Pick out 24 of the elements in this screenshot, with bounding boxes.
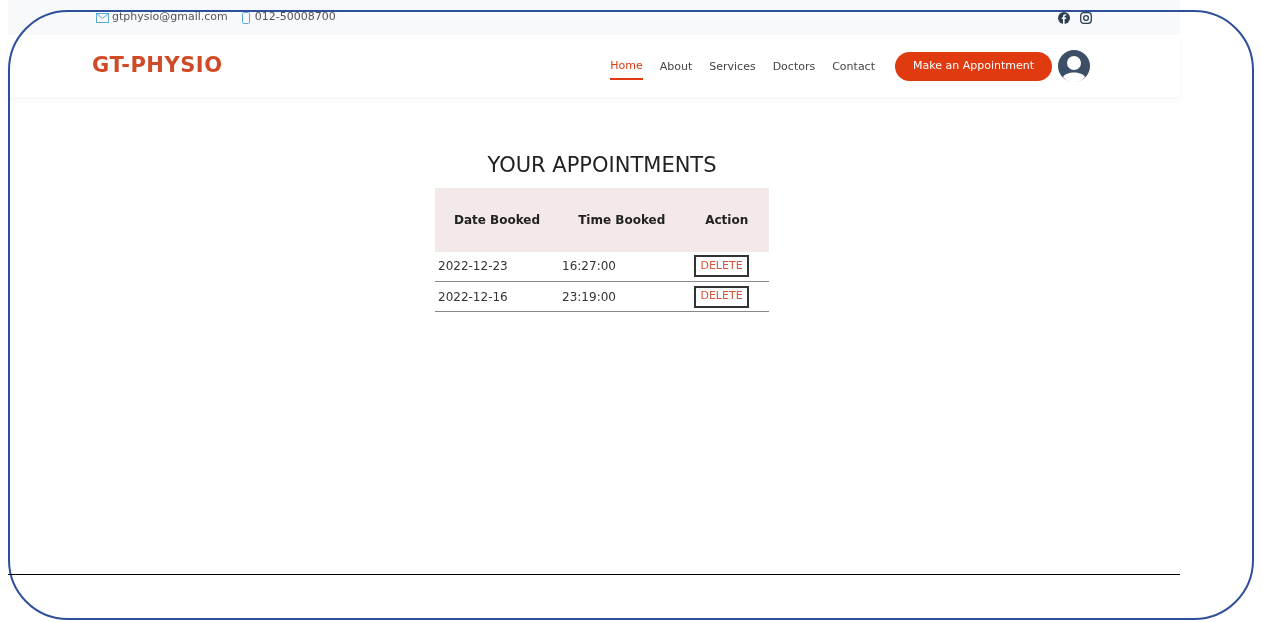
table-cell: 2022-12-16 [435, 281, 560, 312]
phone-icon [241, 11, 250, 24]
column-header: Date Booked [435, 187, 560, 252]
phone-text: 012-50008700 [254, 9, 336, 26]
instagram-icon[interactable] [1080, 11, 1092, 24]
table-cell: 2022-12-23 [435, 251, 560, 282]
page-heading: YOUR APPOINTMENTS [487, 152, 717, 179]
nav-link[interactable]: Services [709, 52, 756, 80]
nav-link[interactable]: About [659, 52, 693, 80]
email-text: gtphysio@gmail.com [112, 9, 228, 26]
delete-button[interactable]: DELETE [694, 255, 749, 278]
nav-link[interactable]: Home [610, 51, 643, 81]
site-logo[interactable]: GT-PHYSIO [92, 50, 223, 82]
facebook-icon[interactable] [1058, 11, 1070, 24]
nav-link[interactable]: Contact [832, 52, 875, 80]
appointment-button[interactable]: Make an Appointment [895, 51, 1052, 81]
column-header: Time Booked [559, 187, 685, 252]
envelope-icon [96, 12, 109, 23]
column-header: Action [684, 187, 769, 252]
table-cell: 16:27:00 [559, 251, 685, 282]
table-cell: 23:19:00 [559, 281, 685, 312]
nav-link[interactable]: Doctors [772, 52, 816, 80]
user-avatar-icon[interactable] [1058, 50, 1090, 82]
delete-button[interactable]: DELETE [694, 285, 749, 308]
